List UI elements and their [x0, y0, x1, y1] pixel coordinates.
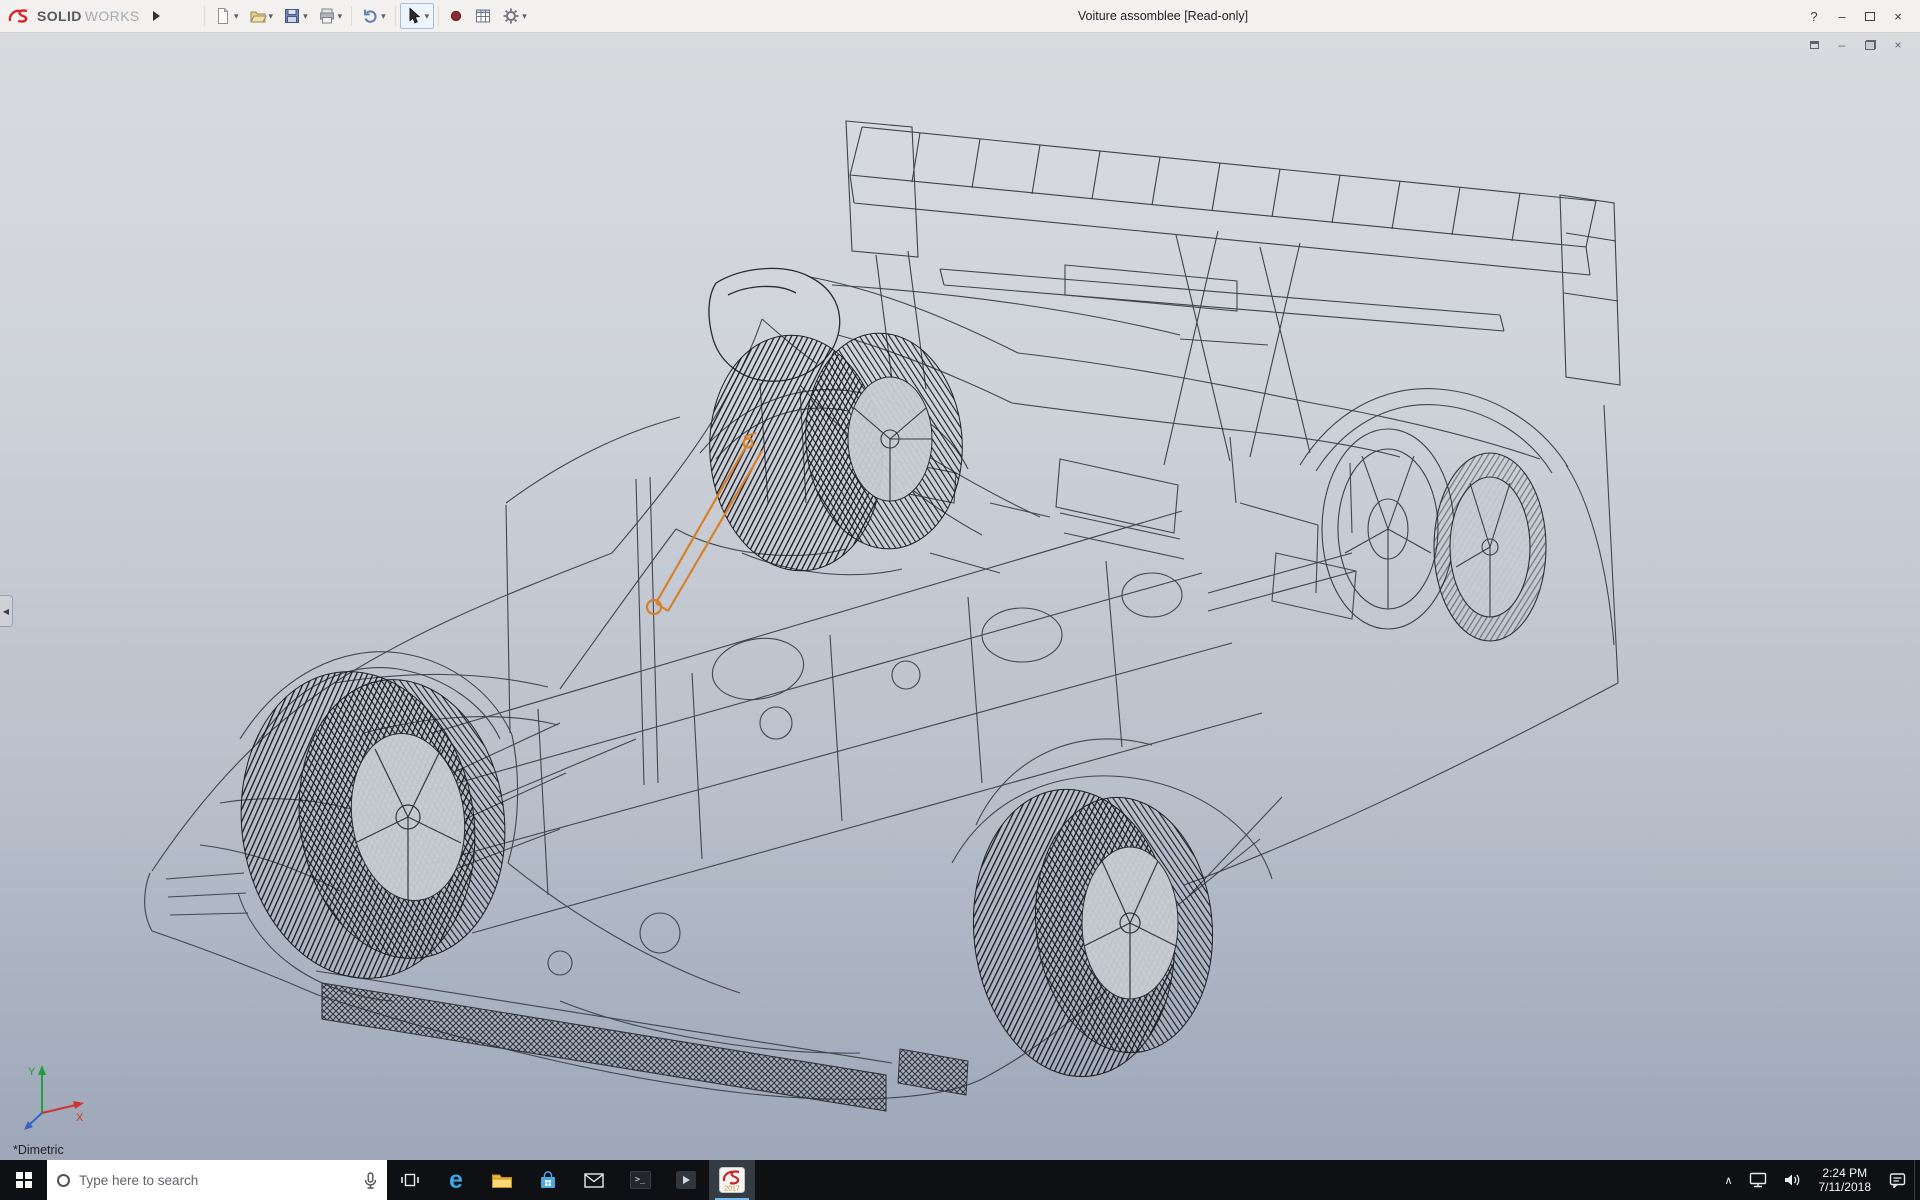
orientation-triad: Y X — [18, 1059, 94, 1139]
solidworks-logo: SOLIDWORKS — [8, 7, 186, 25]
windows-taskbar: e >_ — [0, 1160, 1920, 1200]
toolbar-separator — [351, 6, 352, 26]
minimize-button[interactable]: – — [1828, 3, 1856, 29]
dropdown-arrow-icon[interactable]: ▾ — [234, 11, 239, 22]
quick-access-toolbar: ▾ ▾ ▾ ▾ — [200, 3, 532, 29]
sw-year-label: 2017 — [724, 1186, 740, 1193]
window-title: Voiture assomblee [Read-only] — [1078, 9, 1248, 23]
doc-minimize-button[interactable]: – — [1834, 37, 1850, 53]
model-wireframe[interactable] — [0, 33, 1920, 1160]
help-button[interactable]: ? — [1800, 3, 1828, 29]
options-button[interactable]: ▾ — [497, 3, 532, 29]
document-window-controls: – × — [1806, 37, 1906, 53]
media-app-button[interactable] — [663, 1160, 709, 1200]
toolbar-separator — [438, 6, 439, 26]
rear-wing-wireframe — [846, 121, 1620, 465]
edge-icon: e — [449, 1168, 463, 1193]
maximize-icon — [1865, 12, 1875, 21]
search-input[interactable] — [79, 1173, 355, 1188]
restore-icon — [1865, 40, 1876, 50]
network-icon — [1749, 1172, 1767, 1188]
side-skirt-mesh — [322, 983, 968, 1111]
task-view-button[interactable] — [387, 1160, 433, 1200]
gear-icon — [502, 7, 520, 25]
console-button[interactable]: >_ — [617, 1160, 663, 1200]
undo-icon — [361, 7, 379, 25]
solidworks-logo-icon — [8, 7, 34, 25]
speaker-icon — [1783, 1172, 1801, 1188]
doc-close-button[interactable]: × — [1890, 37, 1906, 53]
brand-text-light: WORKS — [85, 8, 140, 24]
task-view-icon — [400, 1171, 420, 1189]
design-table-icon — [474, 7, 492, 25]
tray-date: 7/11/2018 — [1819, 1180, 1872, 1194]
solidworks-app-icon: 2017 — [719, 1167, 745, 1193]
microphone-icon[interactable] — [364, 1172, 377, 1189]
windows-logo-icon — [16, 1172, 32, 1188]
wheel-front-right — [700, 327, 971, 578]
record-macro-button[interactable] — [443, 3, 469, 29]
toolbar-separator — [204, 6, 205, 26]
graphics-area[interactable]: – × ◀ — [0, 33, 1920, 1160]
tray-time: 2:24 PM — [1822, 1166, 1867, 1180]
store-icon — [538, 1170, 558, 1190]
undo-button[interactable]: ▾ — [356, 3, 391, 29]
console-icon: >_ — [630, 1171, 651, 1189]
doc-restore-button[interactable] — [1862, 37, 1878, 53]
save-button[interactable]: ▾ — [278, 3, 313, 29]
dropdown-arrow-icon[interactable]: ▾ — [425, 11, 430, 22]
wheel-rear-right — [1322, 429, 1546, 641]
system-tray: ∧ 2:24 PM 7/11/2018 — [1716, 1160, 1920, 1200]
start-button[interactable] — [0, 1160, 47, 1200]
show-desktop-button[interactable] — [1914, 1160, 1920, 1200]
action-center-button[interactable] — [1881, 1160, 1914, 1200]
record-dot-icon — [448, 8, 464, 24]
print-button[interactable]: ▾ — [313, 3, 348, 29]
edge-browser-button[interactable]: e — [433, 1160, 479, 1200]
solidworks-2017-button[interactable]: 2017 — [709, 1160, 755, 1200]
dropdown-arrow-icon[interactable]: ▾ — [381, 11, 386, 22]
open-folder-icon — [249, 7, 267, 25]
mail-icon — [584, 1173, 604, 1188]
open-button[interactable]: ▾ — [244, 3, 279, 29]
select-cursor-icon — [405, 7, 423, 25]
doc-dock-button[interactable] — [1806, 37, 1822, 53]
media-app-icon — [676, 1171, 696, 1189]
window-controls: ? – × — [1800, 3, 1912, 29]
design-table-button[interactable] — [469, 3, 497, 29]
mail-button[interactable] — [571, 1160, 617, 1200]
store-button[interactable] — [525, 1160, 571, 1200]
menu-flyout-arrow-icon[interactable] — [153, 11, 160, 21]
new-document-icon — [214, 7, 232, 25]
view-orientation-label: *Dimetric — [13, 1143, 64, 1157]
wheel-rear-left — [959, 779, 1224, 1086]
title-bar: SOLIDWORKS ▾ ▾ — [0, 0, 1920, 33]
file-explorer-icon — [491, 1171, 513, 1189]
print-icon — [318, 7, 336, 25]
dropdown-arrow-icon[interactable]: ▾ — [269, 11, 274, 22]
network-button[interactable] — [1741, 1160, 1775, 1200]
file-explorer-button[interactable] — [479, 1160, 525, 1200]
toolbar-separator — [395, 6, 396, 26]
brand-text-bold: SOLID — [37, 8, 82, 24]
dock-icon — [1810, 41, 1819, 49]
triad-x-label: X — [76, 1112, 84, 1124]
tray-expand-button[interactable]: ∧ — [1716, 1160, 1740, 1200]
taskbar-search[interactable] — [47, 1160, 387, 1200]
maximize-button[interactable] — [1856, 3, 1884, 29]
dropdown-arrow-icon[interactable]: ▾ — [338, 11, 343, 22]
select-tool-button[interactable]: ▾ — [400, 3, 435, 29]
search-icon — [57, 1174, 70, 1187]
action-center-icon — [1889, 1172, 1906, 1188]
close-button[interactable]: × — [1884, 3, 1912, 29]
dropdown-arrow-icon[interactable]: ▾ — [303, 11, 308, 22]
dropdown-arrow-icon[interactable]: ▾ — [522, 11, 527, 22]
new-document-button[interactable]: ▾ — [209, 3, 244, 29]
feature-pane-collapse-arrow[interactable]: ◀ — [0, 595, 13, 627]
volume-button[interactable] — [1775, 1160, 1809, 1200]
solidworks-window: SOLIDWORKS ▾ ▾ — [0, 0, 1920, 1200]
save-icon — [283, 7, 301, 25]
clock[interactable]: 2:24 PM 7/11/2018 — [1809, 1160, 1882, 1200]
triad-y-label: Y — [28, 1066, 36, 1078]
